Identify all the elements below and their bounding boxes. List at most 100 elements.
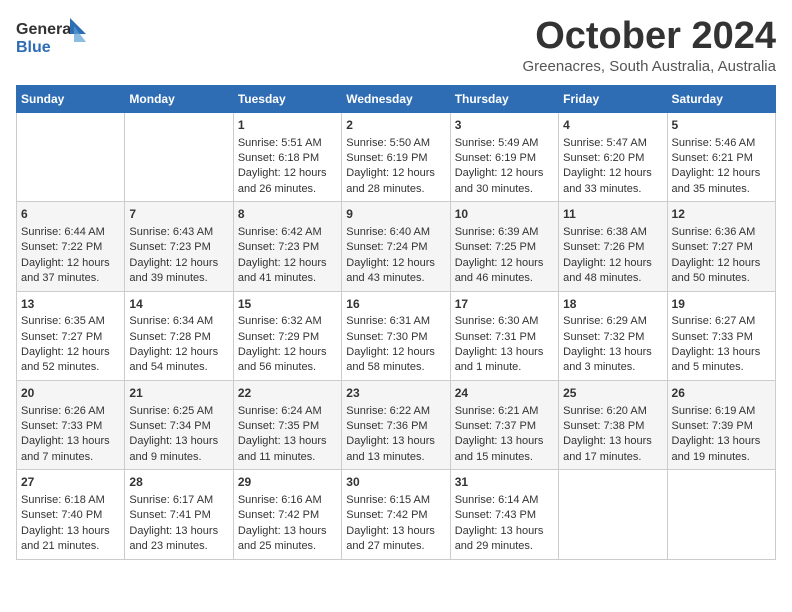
calendar-cell: 20Sunrise: 6:26 AMSunset: 7:33 PMDayligh…	[17, 380, 125, 469]
calendar-week-3: 13Sunrise: 6:35 AMSunset: 7:27 PMDayligh…	[17, 291, 776, 380]
sunset-text: Sunset: 6:21 PM	[672, 151, 771, 166]
sunset-text: Sunset: 7:33 PM	[672, 330, 771, 345]
daylight-text: Daylight: 13 hours and 17 minutes.	[563, 434, 662, 465]
daylight-text: Daylight: 12 hours and 26 minutes.	[238, 166, 337, 197]
sunrise-text: Sunrise: 6:17 AM	[129, 493, 228, 508]
daylight-text: Daylight: 12 hours and 30 minutes.	[455, 166, 554, 197]
calendar-cell: 1Sunrise: 5:51 AMSunset: 6:18 PMDaylight…	[233, 112, 341, 201]
sunrise-text: Sunrise: 6:40 AM	[346, 225, 445, 240]
day-number: 16	[346, 296, 445, 313]
daylight-text: Daylight: 13 hours and 27 minutes.	[346, 524, 445, 555]
daylight-text: Daylight: 13 hours and 1 minute.	[455, 345, 554, 376]
daylight-text: Daylight: 13 hours and 13 minutes.	[346, 434, 445, 465]
daylight-text: Daylight: 13 hours and 25 minutes.	[238, 524, 337, 555]
calendar-week-4: 20Sunrise: 6:26 AMSunset: 7:33 PMDayligh…	[17, 380, 776, 469]
calendar-cell: 13Sunrise: 6:35 AMSunset: 7:27 PMDayligh…	[17, 291, 125, 380]
daylight-text: Daylight: 12 hours and 54 minutes.	[129, 345, 228, 376]
calendar-cell: 24Sunrise: 6:21 AMSunset: 7:37 PMDayligh…	[450, 380, 558, 469]
sunset-text: Sunset: 7:41 PM	[129, 508, 228, 523]
sunrise-text: Sunrise: 6:20 AM	[563, 404, 662, 419]
calendar-cell: 27Sunrise: 6:18 AMSunset: 7:40 PMDayligh…	[17, 470, 125, 559]
sunset-text: Sunset: 6:19 PM	[346, 151, 445, 166]
calendar-cell: 6Sunrise: 6:44 AMSunset: 7:22 PMDaylight…	[17, 202, 125, 291]
sunrise-text: Sunrise: 6:15 AM	[346, 493, 445, 508]
day-number: 30	[346, 474, 445, 491]
day-number: 6	[21, 206, 120, 223]
sunrise-text: Sunrise: 6:16 AM	[238, 493, 337, 508]
daylight-text: Daylight: 13 hours and 7 minutes.	[21, 434, 120, 465]
day-number: 7	[129, 206, 228, 223]
sunset-text: Sunset: 7:42 PM	[346, 508, 445, 523]
sunrise-text: Sunrise: 6:36 AM	[672, 225, 771, 240]
sunrise-text: Sunrise: 6:31 AM	[346, 314, 445, 329]
sunset-text: Sunset: 7:28 PM	[129, 330, 228, 345]
day-number: 14	[129, 296, 228, 313]
location: Greenacres, South Australia, Australia	[523, 58, 776, 75]
day-number: 27	[21, 474, 120, 491]
calendar-cell: 2Sunrise: 5:50 AMSunset: 6:19 PMDaylight…	[342, 112, 450, 201]
daylight-text: Daylight: 12 hours and 43 minutes.	[346, 256, 445, 287]
calendar-cell: 22Sunrise: 6:24 AMSunset: 7:35 PMDayligh…	[233, 380, 341, 469]
sunrise-text: Sunrise: 6:30 AM	[455, 314, 554, 329]
sunset-text: Sunset: 7:33 PM	[21, 419, 120, 434]
calendar-week-5: 27Sunrise: 6:18 AMSunset: 7:40 PMDayligh…	[17, 470, 776, 559]
sunrise-text: Sunrise: 6:18 AM	[21, 493, 120, 508]
calendar-cell: 11Sunrise: 6:38 AMSunset: 7:26 PMDayligh…	[559, 202, 667, 291]
calendar-cell	[125, 112, 233, 201]
sunset-text: Sunset: 7:25 PM	[455, 240, 554, 255]
calendar-cell: 14Sunrise: 6:34 AMSunset: 7:28 PMDayligh…	[125, 291, 233, 380]
day-number: 15	[238, 296, 337, 313]
header-friday: Friday	[559, 85, 667, 112]
sunset-text: Sunset: 7:35 PM	[238, 419, 337, 434]
header-sunday: Sunday	[17, 85, 125, 112]
sunrise-text: Sunrise: 6:19 AM	[672, 404, 771, 419]
daylight-text: Daylight: 12 hours and 52 minutes.	[21, 345, 120, 376]
daylight-text: Daylight: 12 hours and 58 minutes.	[346, 345, 445, 376]
sunset-text: Sunset: 6:18 PM	[238, 151, 337, 166]
day-number: 17	[455, 296, 554, 313]
daylight-text: Daylight: 12 hours and 56 minutes.	[238, 345, 337, 376]
svg-text:General: General	[16, 21, 76, 38]
sunrise-text: Sunrise: 6:42 AM	[238, 225, 337, 240]
calendar-header-row: SundayMondayTuesdayWednesdayThursdayFrid…	[17, 85, 776, 112]
sunset-text: Sunset: 7:27 PM	[21, 330, 120, 345]
logo: GeneralBlue	[16, 16, 86, 58]
daylight-text: Daylight: 12 hours and 48 minutes.	[563, 256, 662, 287]
day-number: 26	[672, 385, 771, 402]
calendar-cell: 23Sunrise: 6:22 AMSunset: 7:36 PMDayligh…	[342, 380, 450, 469]
logo-svg: GeneralBlue	[16, 16, 86, 58]
sunrise-text: Sunrise: 5:47 AM	[563, 136, 662, 151]
calendar-week-2: 6Sunrise: 6:44 AMSunset: 7:22 PMDaylight…	[17, 202, 776, 291]
header-monday: Monday	[125, 85, 233, 112]
sunrise-text: Sunrise: 6:26 AM	[21, 404, 120, 419]
daylight-text: Daylight: 13 hours and 29 minutes.	[455, 524, 554, 555]
sunrise-text: Sunrise: 6:38 AM	[563, 225, 662, 240]
sunset-text: Sunset: 7:37 PM	[455, 419, 554, 434]
sunset-text: Sunset: 7:38 PM	[563, 419, 662, 434]
day-number: 4	[563, 117, 662, 134]
calendar-cell: 21Sunrise: 6:25 AMSunset: 7:34 PMDayligh…	[125, 380, 233, 469]
calendar-cell: 26Sunrise: 6:19 AMSunset: 7:39 PMDayligh…	[667, 380, 775, 469]
day-number: 29	[238, 474, 337, 491]
day-number: 8	[238, 206, 337, 223]
sunset-text: Sunset: 7:23 PM	[129, 240, 228, 255]
sunrise-text: Sunrise: 6:24 AM	[238, 404, 337, 419]
day-number: 24	[455, 385, 554, 402]
day-number: 11	[563, 206, 662, 223]
calendar-cell	[17, 112, 125, 201]
calendar-cell: 8Sunrise: 6:42 AMSunset: 7:23 PMDaylight…	[233, 202, 341, 291]
day-number: 22	[238, 385, 337, 402]
daylight-text: Daylight: 13 hours and 15 minutes.	[455, 434, 554, 465]
sunrise-text: Sunrise: 6:25 AM	[129, 404, 228, 419]
calendar-table: SundayMondayTuesdayWednesdayThursdayFrid…	[16, 85, 776, 560]
calendar-cell: 29Sunrise: 6:16 AMSunset: 7:42 PMDayligh…	[233, 470, 341, 559]
daylight-text: Daylight: 12 hours and 50 minutes.	[672, 256, 771, 287]
calendar-cell: 9Sunrise: 6:40 AMSunset: 7:24 PMDaylight…	[342, 202, 450, 291]
calendar-cell: 15Sunrise: 6:32 AMSunset: 7:29 PMDayligh…	[233, 291, 341, 380]
sunset-text: Sunset: 6:20 PM	[563, 151, 662, 166]
sunrise-text: Sunrise: 6:14 AM	[455, 493, 554, 508]
calendar-cell: 19Sunrise: 6:27 AMSunset: 7:33 PMDayligh…	[667, 291, 775, 380]
day-number: 12	[672, 206, 771, 223]
calendar-cell: 3Sunrise: 5:49 AMSunset: 6:19 PMDaylight…	[450, 112, 558, 201]
day-number: 19	[672, 296, 771, 313]
